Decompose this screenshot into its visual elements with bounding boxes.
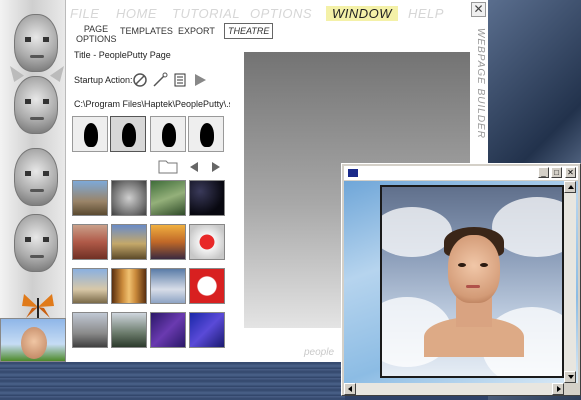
arrow-right-icon[interactable] — [212, 162, 220, 172]
scroll-down-button[interactable] — [564, 371, 576, 383]
menu-help[interactable]: HELP — [408, 6, 444, 21]
character-face-cowboy[interactable] — [14, 214, 58, 272]
avatar-mouth — [466, 285, 480, 288]
minimize-button[interactable]: _ — [538, 167, 549, 178]
background-thumbnail[interactable] — [189, 180, 225, 216]
title-field-row: Title - PeoplePutty Page — [74, 50, 171, 60]
tab-templates[interactable]: TEMPLATES — [120, 26, 173, 36]
play-icon[interactable] — [192, 72, 208, 88]
horizontal-scrollbar[interactable] — [344, 383, 564, 395]
background-thumbnail[interactable] — [72, 312, 108, 348]
menu-file[interactable]: FILE — [70, 6, 99, 21]
menu-home[interactable]: HOME — [116, 6, 157, 21]
background-thumbnail[interactable] — [150, 312, 186, 348]
menu-options[interactable]: OPTIONS — [250, 6, 312, 21]
frame-style-3[interactable] — [150, 116, 186, 152]
avatar-eye-right — [480, 263, 488, 267]
background-thumbnail[interactable] — [111, 224, 147, 260]
startup-action-label: Startup Action: — [74, 75, 133, 85]
background-thumbnail[interactable] — [72, 268, 108, 304]
arrow-left-icon[interactable] — [190, 162, 198, 172]
folder-icon[interactable] — [158, 158, 178, 174]
page-path-field[interactable]: C:\Program Files\Haptek\PeoplePutty\.se — [74, 99, 230, 109]
title-input[interactable]: PeoplePutty Page — [99, 50, 171, 60]
scroll-right-button[interactable] — [552, 383, 564, 395]
character-face-bald-man[interactable] — [14, 148, 58, 206]
character-face-pig[interactable] — [14, 76, 58, 134]
pig-ear-right — [50, 66, 64, 82]
magic-wand-icon[interactable] — [152, 72, 168, 88]
frame-style-1[interactable] — [72, 116, 108, 152]
background-thumbnail[interactable] — [72, 224, 108, 260]
tab-export[interactable]: EXPORT — [178, 26, 215, 36]
character-strip — [0, 0, 66, 362]
window-system-icon[interactable] — [348, 169, 358, 177]
background-thumbnail[interactable] — [150, 268, 186, 304]
theatre-titlebar[interactable]: _ □ ✕ — [344, 166, 578, 180]
background-thumbnail[interactable] — [150, 180, 186, 216]
background-thumbnail[interactable] — [72, 180, 108, 216]
close-icon[interactable]: ✕ — [471, 2, 486, 17]
cloud — [382, 207, 452, 257]
menu-window[interactable]: WINDOW — [326, 6, 399, 21]
theatre-stage — [344, 181, 578, 383]
brand-logo: people — [304, 347, 335, 358]
builder-tabs: PAGE OPTIONS TEMPLATES EXPORT THEATRE — [72, 22, 282, 46]
background-thumbnail[interactable] — [150, 224, 186, 260]
menu-tutorial[interactable]: TUTORIAL — [172, 6, 240, 21]
avatar-eye-left — [458, 263, 466, 267]
maximize-button[interactable]: □ — [551, 167, 562, 178]
title-label: Title — [74, 50, 91, 60]
background-thumbnail[interactable] — [111, 268, 147, 304]
avatar-frame — [380, 185, 564, 378]
frame-style-4[interactable] — [188, 116, 224, 152]
tab-theatre[interactable]: THEATRE — [224, 23, 274, 39]
background-thumbnail[interactable] — [189, 312, 225, 348]
background-thumbnail[interactable] — [189, 268, 225, 304]
menu-bar: FILE HOME TUTORIAL OPTIONS WINDOW HELP — [66, 4, 486, 24]
current-avatar-thumbnail[interactable] — [0, 318, 66, 362]
avatar-head[interactable] — [448, 235, 500, 303]
theatre-window: _ □ ✕ — [341, 163, 581, 396]
background-thumbnail[interactable] — [111, 312, 147, 348]
background-thumbnail[interactable] — [189, 224, 225, 260]
no-action-icon[interactable] — [132, 72, 148, 88]
close-button[interactable]: ✕ — [565, 167, 576, 178]
background-thumbnail[interactable] — [111, 180, 147, 216]
scroll-left-button[interactable] — [344, 383, 356, 395]
desktop-background-bottom — [0, 360, 345, 400]
document-icon[interactable] — [172, 72, 188, 88]
frame-style-2[interactable] — [110, 116, 146, 152]
scroll-up-button[interactable] — [564, 181, 576, 193]
character-face-man[interactable] — [14, 14, 58, 72]
tab-page-options[interactable]: PAGE OPTIONS — [76, 24, 117, 44]
vertical-scrollbar[interactable] — [564, 181, 576, 383]
